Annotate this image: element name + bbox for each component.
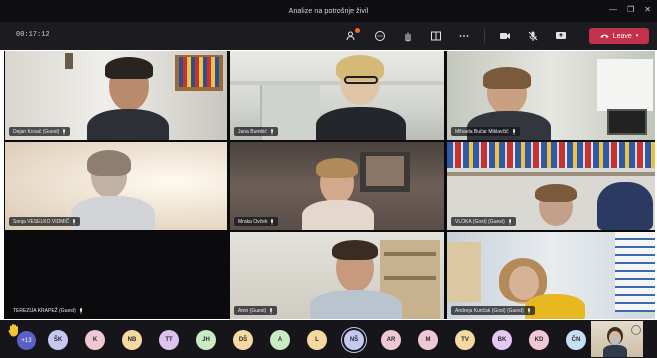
participant-avatar[interactable]: TV <box>455 330 475 350</box>
video-tile[interactable]: Dejan Kovač (Guest) <box>5 51 227 140</box>
mic-icon <box>508 218 512 225</box>
leave-label: Leave <box>612 32 632 40</box>
participant-avatar[interactable]: NB <box>122 330 142 350</box>
participant-initials: AR <box>386 337 396 343</box>
participant-name: Sonja VESELKO VIDMIČ <box>13 218 70 225</box>
participant-name-tag: Mraka Ovček <box>234 217 279 226</box>
participant-initials: K <box>92 337 98 343</box>
participant-name-tag: Dejan Kovač (Guest) <box>9 127 71 136</box>
participant-name: Amir (Guest) <box>238 307 267 314</box>
participant-name: VLOKA (Gost) (Guest) <box>455 218 505 225</box>
participant-initials: NB <box>127 337 137 343</box>
more-icon[interactable] <box>456 28 472 44</box>
participant-name: Dejan Kovač (Guest) <box>13 128 60 135</box>
more-participants-count: +13 <box>21 337 32 344</box>
video-tile[interactable]: TEREZIJA KRAPEŽ (Guest) <box>5 232 227 319</box>
participant-initials: L <box>315 337 319 343</box>
video-tile[interactable]: Amir (Guest) <box>230 232 444 319</box>
video-tile[interactable]: VLOKA (Gost) (Guest) <box>447 142 655 230</box>
toolbar-divider <box>484 29 485 43</box>
participant-avatar[interactable]: NŠ <box>344 330 364 350</box>
participant-avatar[interactable]: KD <box>529 330 549 350</box>
leave-button[interactable]: Leave ▾ <box>589 28 649 44</box>
participant-avatar[interactable]: ŠK <box>48 330 68 350</box>
participant-initials: TV <box>461 337 469 343</box>
participant-name: Andreja Kunčak (Gost) (Guest) <box>455 307 524 314</box>
participant-initials: BK <box>497 337 507 343</box>
participant-initials: ČN <box>571 337 581 343</box>
video-tile[interactable]: Mihaela Bučar Miklavčič <box>447 51 655 140</box>
rooms-icon[interactable] <box>428 28 444 44</box>
meeting-toolbar: 00:17:12 Leave ▾ <box>0 22 657 50</box>
participant-name-tag: Sonja VESELKO VIDMIČ <box>9 217 81 226</box>
participant-initials: TT <box>165 337 173 343</box>
maximize-button[interactable]: ❐ <box>627 5 634 14</box>
participant-initials: ŠK <box>53 337 63 343</box>
participant-name-tag: Jana Bumbić <box>234 127 278 136</box>
raise-hand-icon[interactable] <box>400 28 416 44</box>
participant-initials: JH <box>202 337 210 343</box>
pin-icon[interactable] <box>631 325 641 335</box>
participant-initials: A <box>277 337 283 343</box>
video-tile[interactable]: Mraka Ovček <box>230 142 444 230</box>
participant-name-tag: TEREZIJA KRAPEŽ (Guest) <box>9 306 87 315</box>
window-title-bar: Analize na potrošnje živil — ❐ ✕ <box>0 0 657 22</box>
close-button[interactable]: ✕ <box>644 5 651 14</box>
participant-name-tag: Mihaela Bučar Miklavčič <box>451 127 520 136</box>
participant-name: Mraka Ovček <box>238 218 268 225</box>
participant-avatar[interactable]: ČN <box>566 330 586 350</box>
participant-name-tag: Andreja Kunčak (Gost) (Guest) <box>451 306 535 315</box>
participant-avatar[interactable]: K <box>85 330 105 350</box>
video-tile[interactable]: Sonja VESELKO VIDMIČ <box>5 142 227 230</box>
share-screen-icon[interactable] <box>553 28 569 44</box>
chevron-down-icon[interactable]: ▾ <box>636 33 639 39</box>
video-grid: Dejan Kovač (Guest) Jana Bumbić Mihaela … <box>4 51 655 319</box>
participant-avatar-list: ŠK K NB TT JH DŠ A L NŠ AR M TV BK KD ČN <box>48 330 586 350</box>
chat-icon[interactable] <box>372 28 388 44</box>
participant-avatar[interactable]: AR <box>381 330 401 350</box>
participant-avatar[interactable]: A <box>270 330 290 350</box>
video-tile[interactable]: Jana Bumbić <box>230 51 444 140</box>
meeting-timer: 00:17:12 <box>16 31 50 39</box>
notification-dot <box>355 28 360 33</box>
participant-name-tag: Amir (Guest) <box>234 306 278 315</box>
participants-strip: +13 ŠK K NB TT JH DŠ A L NŠ AR M TV BK KD ČN <box>0 320 657 358</box>
phone-icon <box>600 34 609 38</box>
mic-icon <box>527 307 531 314</box>
participant-avatar[interactable]: TT <box>159 330 179 350</box>
minimize-button[interactable]: — <box>609 5 617 14</box>
mic-icon <box>269 307 273 314</box>
participant-name-tag: VLOKA (Gost) (Guest) <box>451 217 516 226</box>
mic-icon[interactable] <box>525 28 541 44</box>
participant-initials: NŠ <box>349 337 359 343</box>
mic-icon <box>270 128 274 135</box>
mic-icon <box>79 307 83 314</box>
participant-name: TEREZIJA KRAPEŽ (Guest) <box>13 307 76 314</box>
participants-icon[interactable] <box>344 28 360 44</box>
participant-avatar[interactable]: JH <box>196 330 216 350</box>
participant-avatar[interactable]: BK <box>492 330 512 350</box>
window-title: Analize na potrošnje živil <box>288 7 369 15</box>
participant-initials: KD <box>534 337 544 343</box>
participant-initials: DŠ <box>238 337 248 343</box>
participant-avatar[interactable]: DŠ <box>233 330 253 350</box>
participant-avatar[interactable]: M <box>418 330 438 350</box>
mic-icon <box>512 128 516 135</box>
participant-avatar[interactable]: L <box>307 330 327 350</box>
mic-icon <box>62 128 66 135</box>
participant-name: Mihaela Bučar Miklavčič <box>455 128 509 135</box>
camera-icon[interactable] <box>497 28 513 44</box>
participant-name: Jana Bumbić <box>238 128 267 135</box>
mic-icon <box>72 218 76 225</box>
mic-icon <box>270 218 274 225</box>
self-view-video[interactable] <box>591 321 643 357</box>
video-tile[interactable]: Andreja Kunčak (Gost) (Guest) <box>447 232 655 319</box>
more-participants-button[interactable]: +13 <box>17 331 36 350</box>
participant-initials: M <box>425 337 431 343</box>
